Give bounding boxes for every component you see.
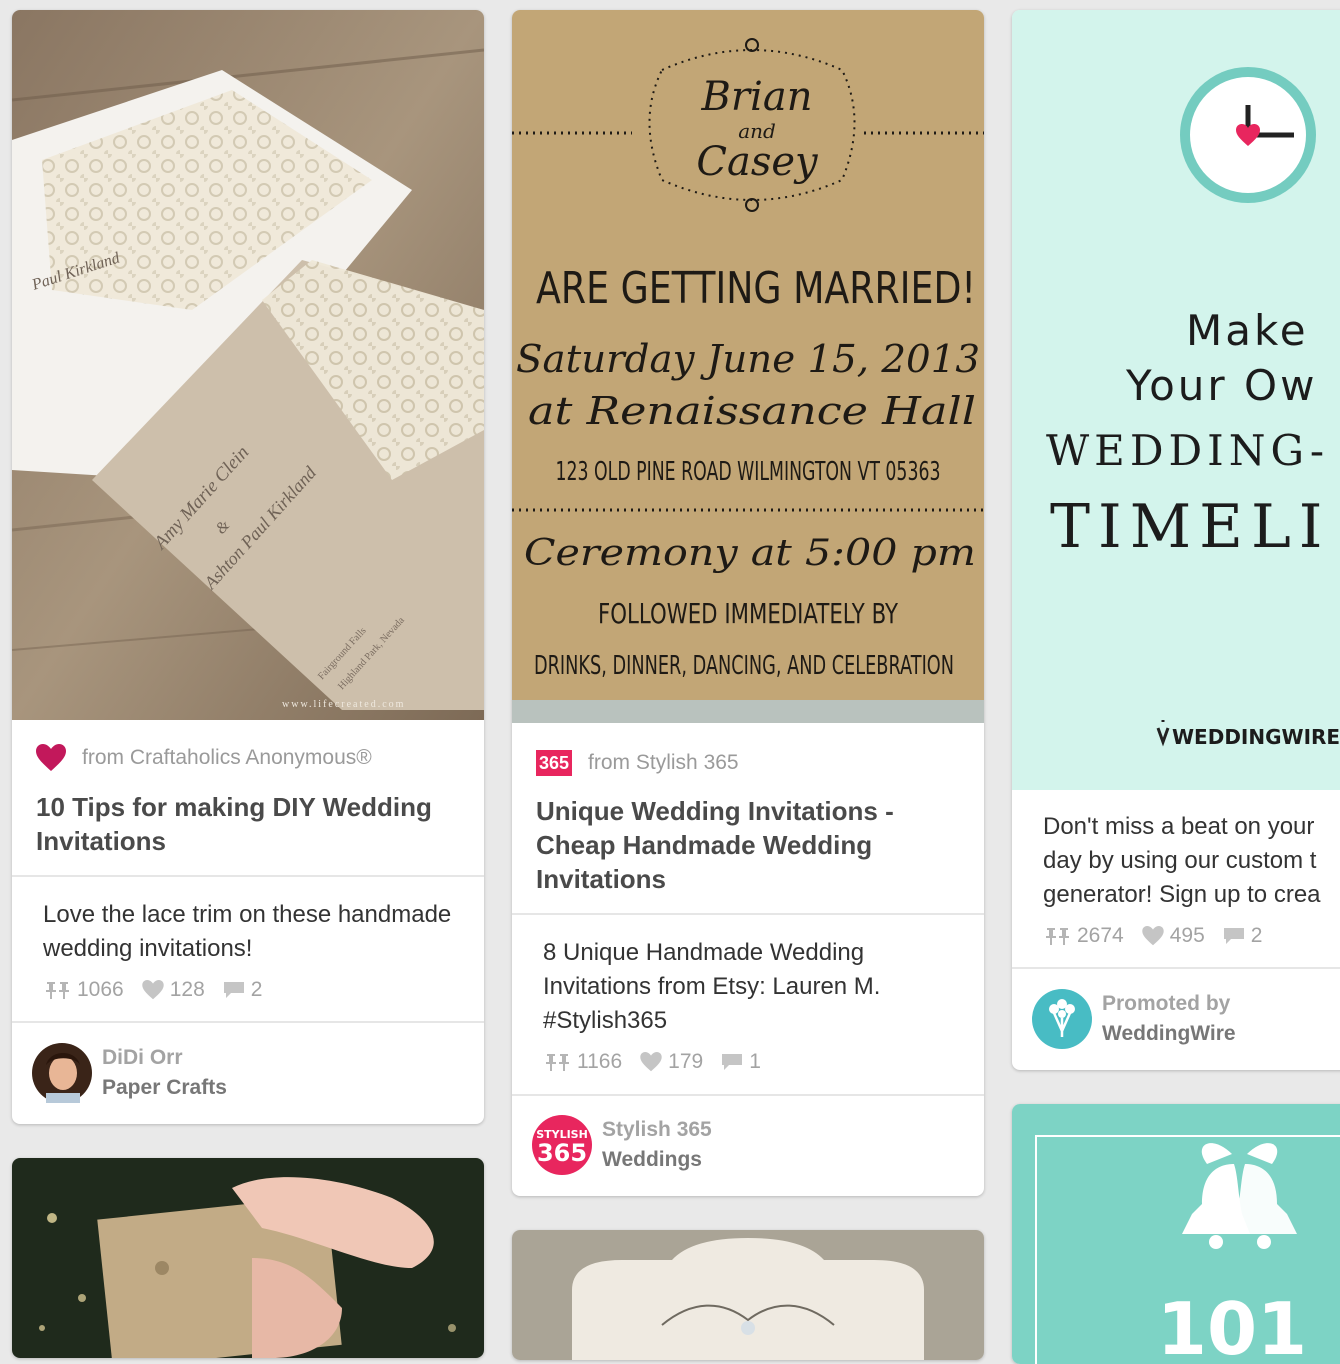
comment-count: 2	[1223, 924, 1262, 948]
divider	[512, 913, 984, 915]
divider	[12, 1021, 484, 1023]
promoter-info[interactable]: Promoted by WeddingWire	[1032, 989, 1236, 1049]
pin-title[interactable]: Unique Wedding Invitations - Cheap Handm…	[536, 794, 964, 896]
avatar[interactable]	[32, 1043, 92, 1103]
pin-image-wedding-bells[interactable]: 101	[1012, 1104, 1340, 1364]
pin-card-1[interactable]: Paul Kirkland Amy Marie Clein & Ashton P…	[12, 10, 484, 1124]
pin-icon	[1046, 928, 1069, 945]
image-text-line: Ceremony at 5:00 pm	[524, 533, 976, 574]
pin-stats: 2674 495 2	[1045, 924, 1280, 948]
image-text-line: at Renaissance Hall	[528, 389, 976, 433]
image-text-line: 123 OLD PINE ROAD WILMINGTON VT 05363	[556, 457, 941, 487]
like-count: 179	[640, 1050, 703, 1074]
image-text-line: Casey	[696, 139, 819, 185]
board-name[interactable]: Weddings	[602, 1145, 712, 1175]
image-text-line: WEDDING-	[1046, 426, 1329, 475]
pin-icon	[46, 982, 69, 999]
image-text-line: FOLLOWED IMMEDIATELY BY	[598, 597, 899, 630]
pin-description: Love the lace trim on these handmade wed…	[43, 901, 452, 962]
comment-count: 2	[223, 978, 262, 1002]
heart-icon	[142, 980, 164, 1000]
pinner-info[interactable]: DiDi Orr Paper Crafts	[32, 1043, 227, 1103]
heart-icon	[640, 1052, 662, 1072]
comment-count: 1	[721, 1050, 761, 1074]
avatar-text: 365	[537, 1139, 587, 1167]
pin-description: Don't miss a beat on your day by using o…	[1043, 813, 1321, 908]
pinner-name[interactable]: Stylish 365	[602, 1115, 712, 1145]
board-name[interactable]: Paper Crafts	[102, 1073, 227, 1103]
pin-card-4[interactable]	[12, 1158, 484, 1358]
comment-icon	[223, 982, 244, 998]
comment-icon	[722, 1054, 743, 1070]
divider	[12, 875, 484, 877]
avatar[interactable]: STYLISH 365	[532, 1115, 592, 1175]
pin-card-2[interactable]: Brian and Casey ARE GETTING MARRIED! Sat…	[512, 10, 984, 1196]
pin-card-5[interactable]	[512, 1230, 984, 1360]
pin-image-hands-kraft[interactable]	[12, 1158, 484, 1358]
pin-description: 8 Unique Handmade Wedding Invitations fr…	[543, 939, 881, 1034]
pin-card-6[interactable]: 101	[1012, 1104, 1340, 1364]
like-count: 495	[1142, 924, 1205, 948]
image-text-line: Your Ow	[1125, 361, 1317, 410]
divider	[512, 1094, 984, 1096]
pin-icon	[546, 1054, 569, 1071]
pin-image-kraft-invitation[interactable]: Brian and Casey ARE GETTING MARRIED! Sat…	[512, 10, 984, 723]
image-text-line: TIMELI	[1050, 492, 1331, 562]
image-text-line: ARE GETTING MARRIED!	[536, 263, 976, 314]
image-text-line: Make	[1186, 306, 1309, 355]
pin-source[interactable]: from Craftaholics Anonymous®	[36, 744, 372, 772]
like-count: 128	[142, 978, 205, 1002]
pin-title[interactable]: 10 Tips for making DIY Wedding Invitatio…	[36, 790, 464, 858]
pin-image-wedding-timeline[interactable]: Make Your Ow WEDDING- TIMELI WEDDINGWIRE	[1012, 10, 1340, 790]
pin-source-label: from Stylish 365	[588, 751, 739, 774]
repin-count: 1066	[45, 978, 124, 1002]
image-text-line: Saturday June 15, 2013	[516, 337, 980, 381]
pin-stats: 1066 128 2	[45, 978, 280, 1002]
pinner-info[interactable]: STYLISH 365 Stylish 365 Weddings	[532, 1115, 712, 1175]
pinner-name[interactable]: DiDi Orr	[102, 1043, 227, 1073]
repin-count: 2674	[1045, 924, 1124, 948]
image-text-line: 101	[1157, 1287, 1307, 1364]
heart-source-icon	[36, 744, 66, 771]
pin-source[interactable]: 365 from Stylish 365	[536, 750, 739, 776]
pin-image-scalloped-card[interactable]	[512, 1230, 984, 1360]
image-watermark: www.lifecreated.com	[282, 699, 405, 710]
comment-icon	[1223, 928, 1244, 944]
image-text-line: Brian	[701, 74, 813, 120]
heart-icon	[1142, 926, 1164, 946]
promoted-label: Promoted by	[1102, 992, 1231, 1015]
pin-image-lace-invitation[interactable]: Paul Kirkland Amy Marie Clein & Ashton P…	[12, 10, 484, 720]
pin-source-label: from Craftaholics Anonymous®	[82, 746, 372, 769]
pin-stats: 1166 179 1	[545, 1050, 779, 1074]
weddingwire-logo-icon[interactable]	[1032, 989, 1092, 1049]
image-text-line: WEDDINGWIRE	[1172, 725, 1340, 749]
stylish365-source-icon: 365	[536, 750, 573, 776]
repin-count: 1166	[545, 1050, 622, 1074]
pin-card-promoted[interactable]: Make Your Ow WEDDING- TIMELI WEDDINGWIRE…	[1012, 10, 1340, 1070]
image-text-line: DRINKS, DINNER, DANCING, AND CELEBRATION	[534, 651, 954, 681]
promoter-name[interactable]: WeddingWire	[1102, 1019, 1236, 1049]
divider	[1012, 967, 1340, 969]
